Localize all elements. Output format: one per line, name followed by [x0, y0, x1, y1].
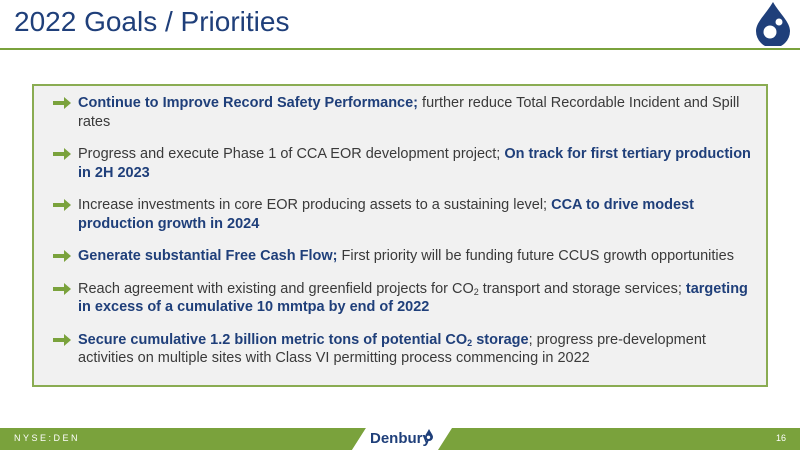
drop-icon [425, 429, 433, 441]
goal-item-core-eor: Increase investments in core EOR produci… [50, 196, 758, 233]
goals-panel: Continue to Improve Record Safety Perfor… [32, 84, 768, 387]
page-title: 2022 Goals / Priorities [14, 6, 290, 37]
goal-item-safety: Continue to Improve Record Safety Perfor… [50, 94, 758, 131]
goal-text: First priority will be funding future CC… [337, 248, 734, 264]
title-divider [0, 48, 800, 50]
goal-highlight: Generate substantial Free Cash Flow; [78, 248, 338, 264]
goal-item-co2-storage: Secure cumulative 1.2 billion metric ton… [50, 331, 758, 368]
goal-item-cca-phase1: Progress and execute Phase 1 of CCA EOR … [50, 145, 758, 182]
goal-highlight: storage [472, 331, 529, 348]
goal-text: Reach agreement with existing and greenf… [78, 280, 474, 297]
goals-list: Continue to Improve Record Safety Perfor… [50, 94, 758, 368]
right-arrow-icon [53, 333, 71, 346]
right-arrow-icon [53, 199, 71, 211]
right-arrow-icon [53, 250, 71, 262]
goal-text: transport and storage services; [478, 280, 686, 297]
goal-text: Increase investments in core EOR produci… [78, 197, 552, 213]
footer-brand: Denbury [370, 430, 431, 447]
goal-text: Progress and execute Phase 1 of CCA EOR … [78, 146, 505, 162]
right-arrow-icon [53, 148, 71, 160]
goal-highlight: Continue to Improve Record Safety Perfor… [78, 95, 419, 111]
right-arrow-icon [53, 97, 71, 109]
goal-item-free-cash-flow: Generate substantial Free Cash Flow; Fir… [50, 247, 758, 266]
goal-highlight: Secure cumulative 1.2 billion metric ton… [78, 331, 468, 348]
page-number: 16 [775, 433, 786, 443]
company-logo-icon [756, 2, 790, 46]
right-arrow-icon [53, 282, 71, 295]
footer-ticker: NYSE:DEN [14, 433, 81, 443]
goal-item-co2-transport: Reach agreement with existing and greenf… [50, 280, 758, 317]
